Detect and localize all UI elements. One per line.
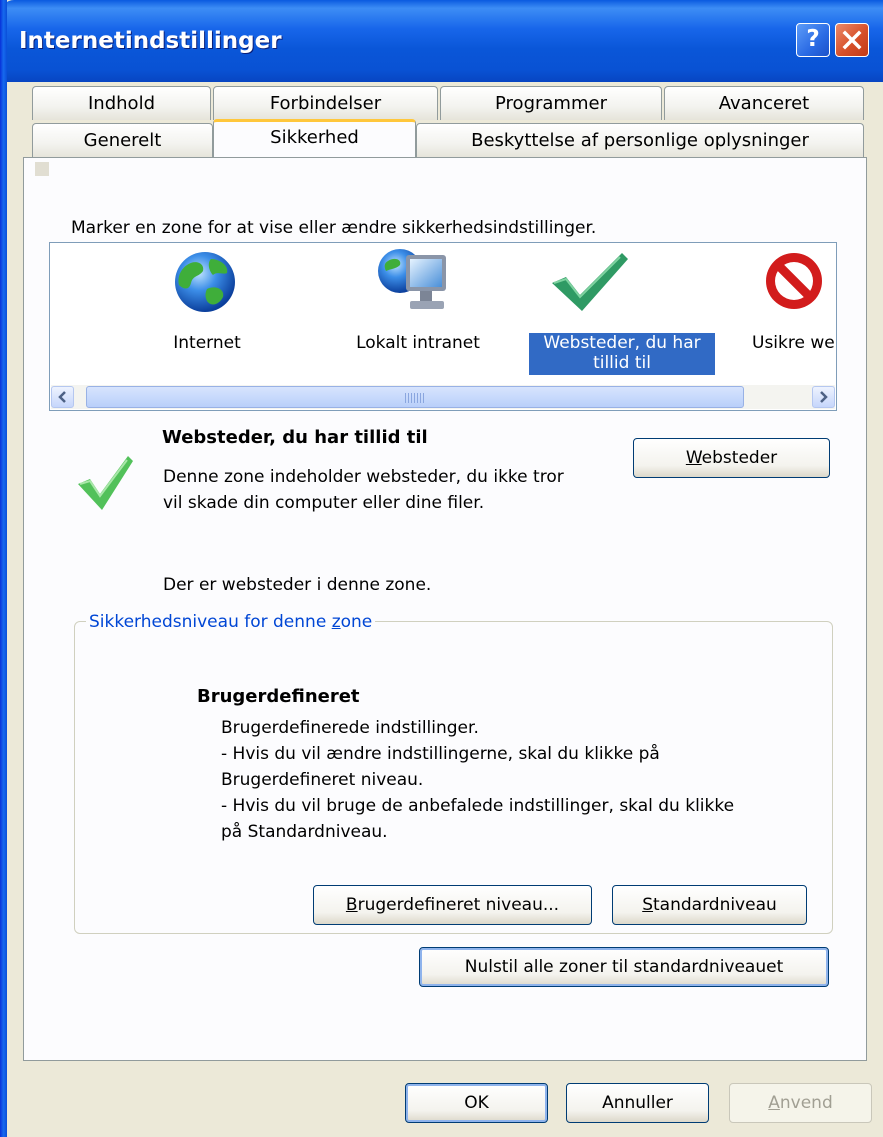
grip-icon bbox=[405, 393, 425, 403]
zone-internet-label: Internet bbox=[173, 333, 241, 353]
zone-list-scrollbar[interactable] bbox=[51, 385, 835, 409]
ok-button[interactable]: OK bbox=[405, 1083, 548, 1123]
scroll-left-button[interactable] bbox=[51, 386, 74, 408]
zone-has-sites-text: Der er websteder i denne zone. bbox=[163, 575, 432, 595]
selected-zone-title: Websteder, du har tillid til bbox=[162, 427, 428, 448]
help-icon: ? bbox=[806, 26, 820, 52]
default-level-button[interactable]: Standardniveau bbox=[612, 885, 807, 925]
restricted-icon bbox=[766, 253, 822, 309]
tab-forbindelser[interactable]: Forbindelser bbox=[213, 86, 438, 120]
close-icon bbox=[842, 30, 862, 50]
tab-beskyttelse[interactable]: Beskyttelse af personlige oplysninger bbox=[416, 123, 864, 157]
zone-trusted-sites[interactable]: Websteder, du har tillid til bbox=[494, 245, 716, 380]
level-line-2: - Hvis du vil ændre indstillingerne, ska… bbox=[221, 744, 660, 764]
selected-zone-description-2: vil skade din computer eller dine filer. bbox=[163, 493, 485, 513]
zone-internet[interactable]: Internet bbox=[107, 245, 307, 380]
tab-indhold[interactable]: Indhold bbox=[32, 86, 211, 120]
level-line-1: Brugerdefinerede indstillinger. bbox=[221, 718, 479, 738]
intranet-icon bbox=[378, 249, 446, 309]
level-line-4: - Hvis du vil bruge de anbefalede indsti… bbox=[221, 796, 735, 816]
level-line-5: på Standardniveau. bbox=[221, 822, 388, 842]
reset-all-zones-button[interactable]: Nulstil alle zoner til standardniveauet bbox=[419, 947, 829, 987]
selected-zone-checkmark-icon bbox=[78, 456, 133, 510]
zone-instruction: Marker en zone for at vise eller ændre s… bbox=[71, 218, 597, 238]
level-heading: Brugerdefineret bbox=[197, 686, 360, 707]
scroll-right-button[interactable] bbox=[812, 386, 835, 408]
scroll-thumb[interactable] bbox=[86, 386, 744, 408]
checkmark-icon bbox=[552, 253, 628, 311]
tab-programmer[interactable]: Programmer bbox=[440, 86, 662, 120]
focus-marker bbox=[35, 162, 49, 176]
custom-level-button[interactable]: Brugerdefineret niveau... bbox=[313, 885, 592, 925]
sites-button[interactable]: Websteder bbox=[633, 438, 830, 478]
zone-restricted-sites[interactable]: Usikre webste bbox=[700, 245, 836, 380]
close-button[interactable] bbox=[835, 23, 869, 57]
security-level-group-title: Sikkerhedsniveau for denne zone bbox=[86, 612, 376, 632]
zone-intranet-label: Lokalt intranet bbox=[356, 333, 480, 353]
window-frame-left bbox=[0, 0, 7, 1137]
level-line-3: Brugerdefineret niveau. bbox=[221, 770, 424, 790]
zone-restricted-label: Usikre webste bbox=[752, 333, 836, 353]
apply-button[interactable]: Anvend bbox=[729, 1083, 872, 1123]
tab-generelt[interactable]: Generelt bbox=[32, 123, 213, 157]
reset-all-zones-label: Nulstil alle zoner til standardniveauet bbox=[464, 957, 784, 977]
zone-intranet[interactable]: Lokalt intranet bbox=[318, 245, 518, 380]
selected-zone-description-1: Denne zone indeholder websteder, du ikke… bbox=[163, 467, 564, 487]
ok-label: OK bbox=[464, 1093, 489, 1113]
zone-trusted-sites-label: Websteder, du har tillid til bbox=[528, 332, 716, 376]
chevron-right-icon bbox=[820, 391, 828, 403]
window-title: Internetindstillinger bbox=[19, 28, 282, 54]
globe-icon bbox=[175, 252, 235, 312]
sites-button-label: ebsteder bbox=[701, 448, 778, 468]
tab-avanceret[interactable]: Avanceret bbox=[664, 86, 864, 120]
help-button[interactable]: ? bbox=[796, 23, 830, 57]
cancel-button[interactable]: Annuller bbox=[566, 1083, 709, 1123]
chevron-left-icon bbox=[58, 391, 66, 403]
cancel-label: Annuller bbox=[602, 1093, 673, 1113]
tab-sikkerhed[interactable]: Sikkerhed bbox=[213, 119, 416, 157]
